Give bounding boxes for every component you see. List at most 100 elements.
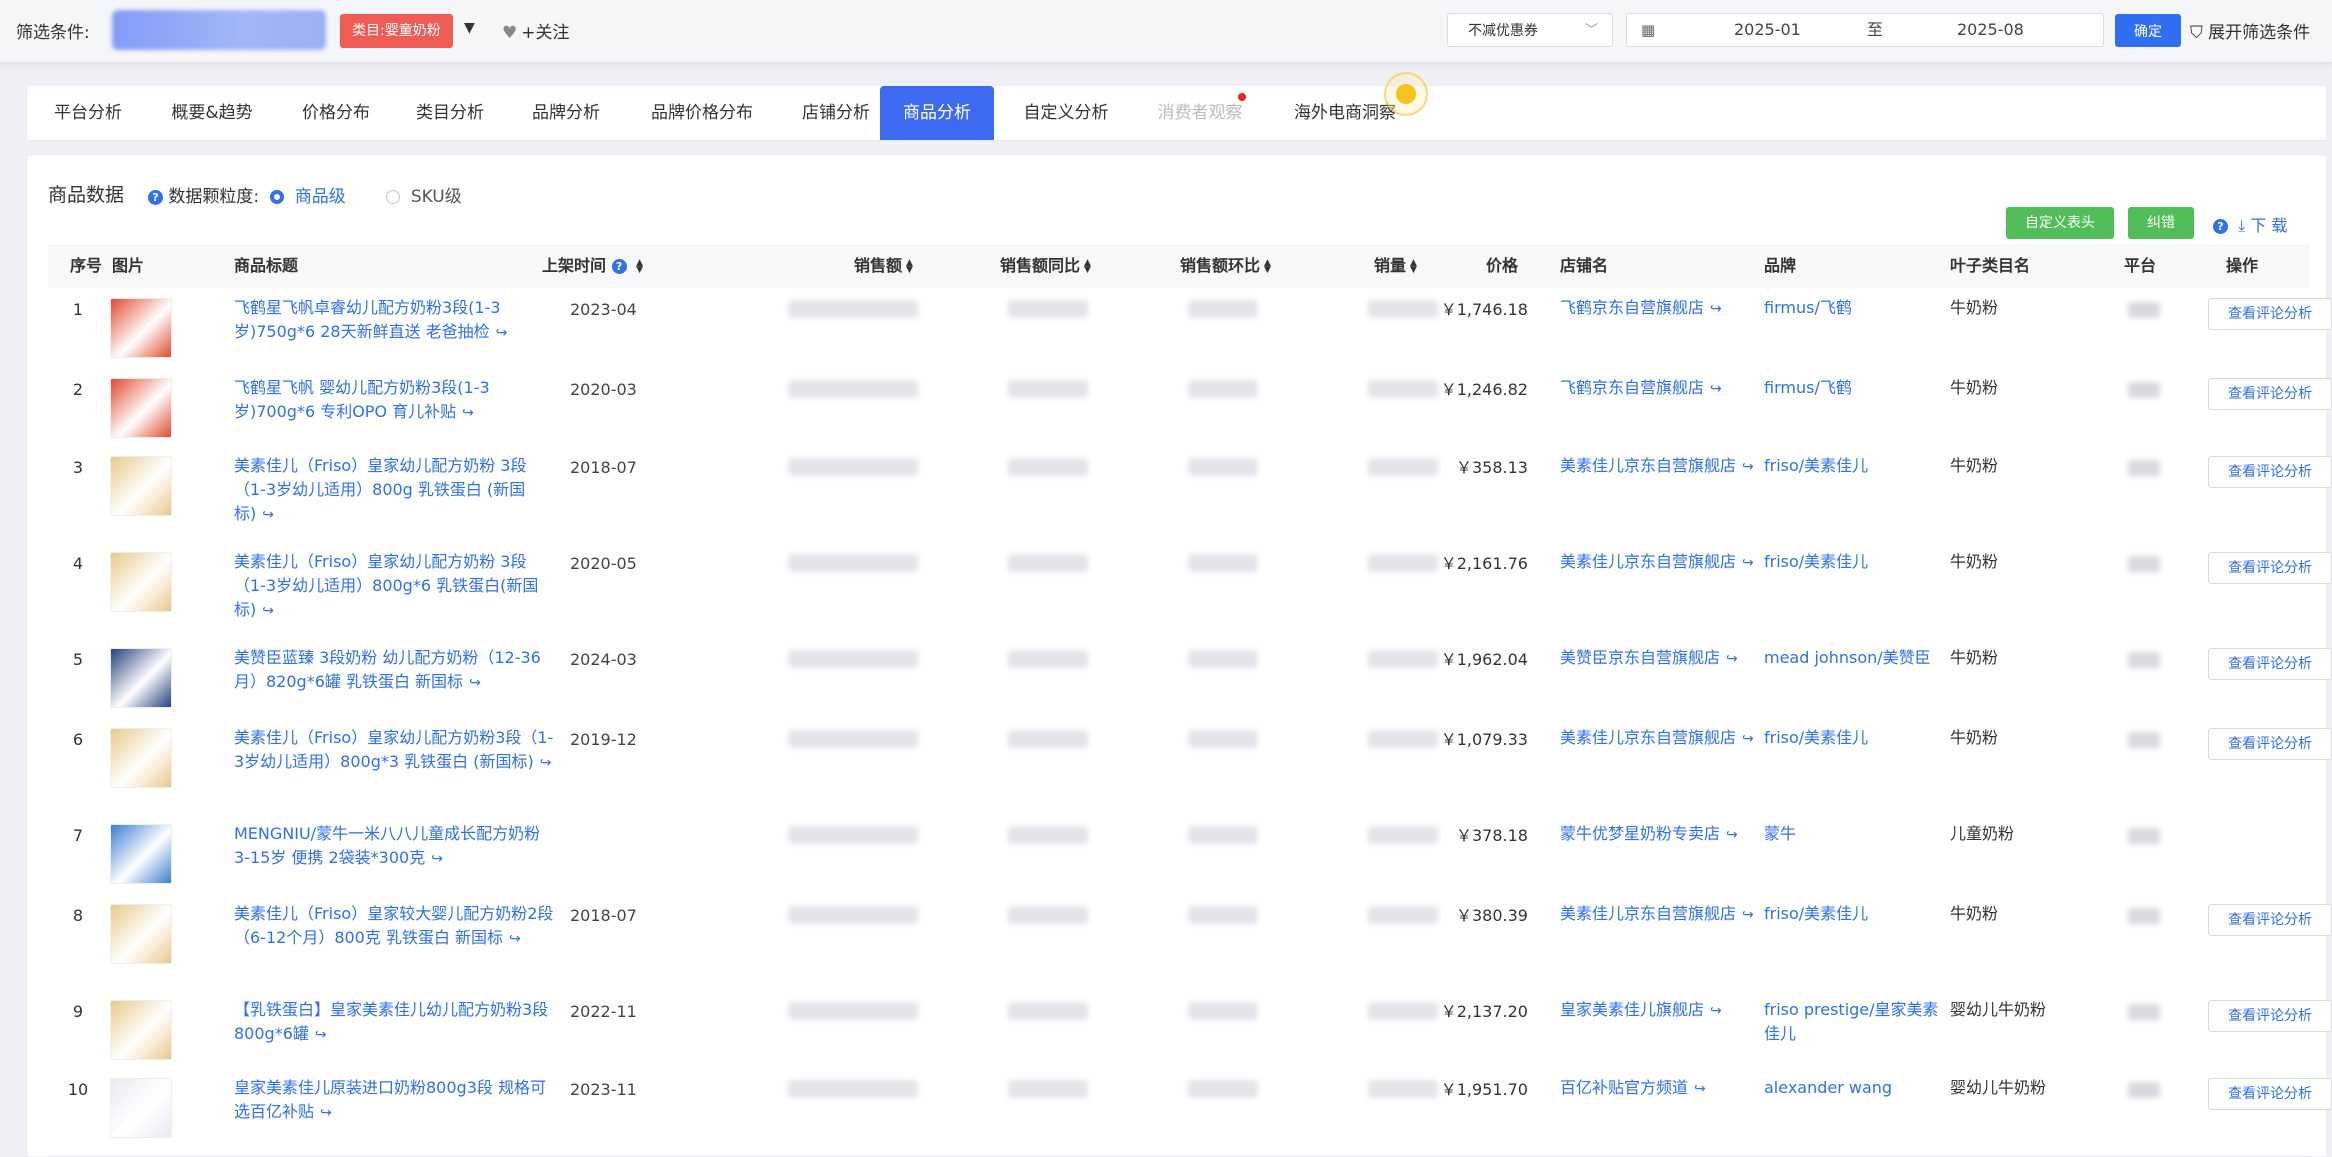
tab-overview[interactable]: 概要&趋势: [150, 86, 274, 140]
tab-category[interactable]: 类目分析: [398, 86, 502, 140]
tab-brand-price[interactable]: 品牌价格分布: [630, 86, 774, 140]
product-thumbnail[interactable]: [110, 378, 172, 438]
expand-filters-button[interactable]: ⛉ 展开筛选条件: [2190, 18, 2310, 43]
shop-name[interactable]: 飞鹤京东自营旗舰店: [1560, 378, 1704, 397]
radio-product-level[interactable]: 商品级: [270, 182, 346, 207]
external-link-icon[interactable]: ↪: [262, 507, 274, 523]
review-analysis-button[interactable]: 查看评论分析: [2208, 298, 2332, 330]
radio-sku-level[interactable]: SKU级: [386, 182, 462, 207]
external-link-icon[interactable]: ↪: [1694, 1081, 1706, 1097]
download-button[interactable]: ? ⤓ 下 载: [2213, 212, 2287, 236]
sort-icon[interactable]: ▲ ▼: [636, 258, 643, 274]
brand-link[interactable]: friso prestige/皇家美素佳儿: [1764, 998, 1940, 1046]
custom-header-button[interactable]: 自定义表头: [2006, 207, 2114, 239]
shop-link[interactable]: 美素佳儿京东自营旗舰店 ↪: [1560, 550, 1756, 575]
redacted-filter-chip[interactable]: [112, 10, 326, 50]
review-analysis-button[interactable]: 查看评论分析: [2208, 648, 2332, 680]
product-title-link[interactable]: 美赞臣蓝臻 3段奶粉 幼儿配方奶粉（12-36月）820g*6罐 乳铁蛋白 新国…: [234, 646, 556, 695]
brand-link[interactable]: alexander wang: [1764, 1076, 1940, 1100]
category-tag[interactable]: 类目:婴童奶粉: [340, 14, 453, 48]
date-end[interactable]: 2025-08: [1957, 14, 2024, 46]
product-title-text[interactable]: 美素佳儿（Friso）皇家幼儿配方奶粉 3段（1-3岁幼儿适用）800g*6 乳…: [234, 552, 538, 619]
confirm-button[interactable]: 确定: [2115, 14, 2181, 47]
product-title-link[interactable]: 美素佳儿（Friso）皇家幼儿配方奶粉3段（1-3岁幼儿适用）800g*3 乳铁…: [234, 726, 556, 775]
chevron-down-icon[interactable]: ▼: [464, 20, 475, 36]
coupon-select[interactable]: 不减优惠券 ﹀: [1447, 13, 1613, 47]
help-icon[interactable]: ?: [611, 259, 627, 274]
date-start[interactable]: 2025-01: [1734, 14, 1801, 46]
external-link-icon[interactable]: ↪: [1710, 1003, 1722, 1019]
external-link-icon[interactable]: ↪: [262, 603, 274, 619]
shop-name[interactable]: 美赞臣京东自营旗舰店: [1560, 648, 1720, 667]
product-title-link[interactable]: 美素佳儿（Friso）皇家较大婴儿配方奶粉2段（6-12个月）800克 乳铁蛋白…: [234, 902, 556, 951]
shop-name[interactable]: 美素佳儿京东自营旗舰店: [1560, 904, 1736, 923]
product-title-link[interactable]: MENGNIU/蒙牛一米八八儿童成长配方奶粉3-15岁 便携 2袋装*300克 ↪: [234, 822, 556, 871]
external-link-icon[interactable]: ↪: [1742, 731, 1754, 747]
external-link-icon[interactable]: ↪: [1726, 827, 1738, 843]
brand-link[interactable]: 蒙牛: [1764, 822, 1940, 846]
sort-icon[interactable]: ▲ ▼: [1084, 258, 1091, 274]
product-thumbnail[interactable]: [110, 456, 172, 516]
col-mom[interactable]: 销售额环比 ▲ ▼: [1180, 244, 1271, 288]
review-analysis-button[interactable]: 查看评论分析: [2208, 456, 2332, 488]
brand-link[interactable]: friso/美素佳儿: [1764, 550, 1940, 574]
col-yoy[interactable]: 销售额同比 ▲ ▼: [1000, 244, 1091, 288]
product-title-text[interactable]: 飞鹤星飞帆卓睿幼儿配方奶粉3段(1-3岁)750g*6 28天新鲜直送 老爸抽检: [234, 298, 501, 341]
sort-icon[interactable]: ▲ ▼: [1410, 258, 1417, 274]
tab-price[interactable]: 价格分布: [284, 86, 388, 140]
external-link-icon[interactable]: ↪: [462, 405, 474, 421]
shop-link[interactable]: 飞鹤京东自营旗舰店 ↪: [1560, 296, 1756, 321]
sort-icon[interactable]: ▲ ▼: [906, 258, 913, 274]
shop-link[interactable]: 美素佳儿京东自营旗舰店 ↪: [1560, 726, 1756, 751]
shop-name[interactable]: 皇家美素佳儿旗舰店: [1560, 1000, 1704, 1019]
shop-name[interactable]: 美素佳儿京东自营旗舰店: [1560, 552, 1736, 571]
correct-button[interactable]: 纠错: [2128, 207, 2194, 239]
external-link-icon[interactable]: ↪: [1726, 651, 1738, 667]
tab-shop[interactable]: 店铺分析: [784, 86, 888, 140]
shop-name[interactable]: 美素佳儿京东自营旗舰店: [1560, 456, 1736, 475]
product-thumbnail[interactable]: [110, 552, 172, 612]
brand-link[interactable]: friso/美素佳儿: [1764, 902, 1940, 926]
product-title-text[interactable]: 【乳铁蛋白】皇家美素佳儿幼儿配方奶粉3段800g*6罐: [234, 1000, 548, 1043]
external-link-icon[interactable]: ↪: [496, 325, 508, 341]
review-analysis-button[interactable]: 查看评论分析: [2208, 378, 2332, 410]
product-thumbnail[interactable]: [110, 298, 172, 358]
product-title-text[interactable]: 美赞臣蓝臻 3段奶粉 幼儿配方奶粉（12-36月）820g*6罐 乳铁蛋白 新国…: [234, 648, 541, 691]
external-link-icon[interactable]: ↪: [431, 851, 443, 867]
review-analysis-button[interactable]: 查看评论分析: [2208, 1000, 2332, 1032]
col-launch[interactable]: 上架时间 ? ▲ ▼: [542, 244, 643, 288]
shop-link[interactable]: 美赞臣京东自营旗舰店 ↪: [1560, 646, 1756, 671]
external-link-icon[interactable]: ↪: [1742, 459, 1754, 475]
shop-link[interactable]: 皇家美素佳儿旗舰店 ↪: [1560, 998, 1756, 1023]
help-icon[interactable]: ?: [148, 189, 163, 205]
product-thumbnail[interactable]: [110, 728, 172, 788]
product-title-text[interactable]: 美素佳儿（Friso）皇家幼儿配方奶粉 3段（1-3岁幼儿适用）800g 乳铁蛋…: [234, 456, 526, 523]
external-link-icon[interactable]: ↪: [315, 1027, 327, 1043]
review-analysis-button[interactable]: 查看评论分析: [2208, 728, 2332, 760]
shop-link[interactable]: 百亿补贴官方频道 ↪: [1560, 1076, 1756, 1101]
shop-name[interactable]: 飞鹤京东自营旗舰店: [1560, 298, 1704, 317]
product-title-link[interactable]: 【乳铁蛋白】皇家美素佳儿幼儿配方奶粉3段800g*6罐 ↪: [234, 998, 556, 1047]
external-link-icon[interactable]: ↪: [1742, 555, 1754, 571]
product-title-text[interactable]: 美素佳儿（Friso）皇家较大婴儿配方奶粉2段（6-12个月）800克 乳铁蛋白…: [234, 904, 553, 947]
product-thumbnail[interactable]: [110, 904, 172, 964]
sort-icon[interactable]: ▲ ▼: [1264, 258, 1271, 274]
external-link-icon[interactable]: ↪: [469, 675, 481, 691]
help-icon[interactable]: ?: [2213, 219, 2228, 234]
tab-custom[interactable]: 自定义分析: [1004, 86, 1128, 140]
product-title-text[interactable]: MENGNIU/蒙牛一米八八儿童成长配方奶粉3-15岁 便携 2袋装*300克: [234, 824, 540, 867]
review-analysis-button[interactable]: 查看评论分析: [2208, 904, 2332, 936]
tab-platform[interactable]: 平台分析: [36, 86, 140, 140]
brand-link[interactable]: friso/美素佳儿: [1764, 454, 1940, 478]
tab-product[interactable]: 商品分析: [880, 86, 994, 140]
product-title-link[interactable]: 飞鹤星飞帆卓睿幼儿配方奶粉3段(1-3岁)750g*6 28天新鲜直送 老爸抽检…: [234, 296, 556, 345]
product-thumbnail[interactable]: [110, 824, 172, 884]
product-title-text[interactable]: 美素佳儿（Friso）皇家幼儿配方奶粉3段（1-3岁幼儿适用）800g*3 乳铁…: [234, 728, 553, 771]
product-thumbnail[interactable]: [110, 1078, 172, 1138]
review-analysis-button[interactable]: 查看评论分析: [2208, 552, 2332, 584]
brand-link[interactable]: friso/美素佳儿: [1764, 726, 1940, 750]
review-analysis-button[interactable]: 查看评论分析: [2208, 1078, 2332, 1110]
external-link-icon[interactable]: ↪: [1742, 907, 1754, 923]
external-link-icon[interactable]: ↪: [1710, 301, 1722, 317]
product-title-link[interactable]: 飞鹤星飞帆 婴幼儿配方奶粉3段(1-3岁)700g*6 专利OPO 育儿补贴 ↪: [234, 376, 556, 425]
